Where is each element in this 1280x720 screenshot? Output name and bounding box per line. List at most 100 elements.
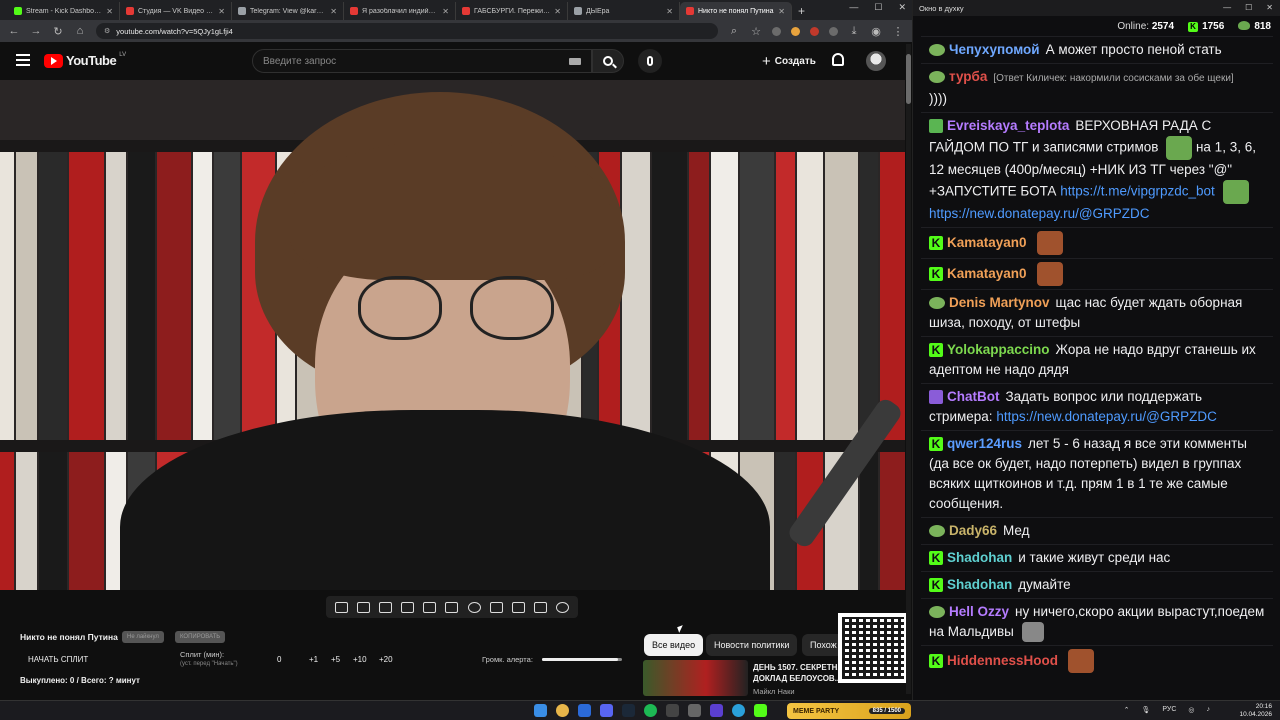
tab-close-icon[interactable]: ✕: [442, 7, 449, 16]
site-info-icon[interactable]: ⚙: [104, 27, 110, 35]
copy-pill[interactable]: КОПИРОВАТЬ: [175, 631, 226, 643]
search-button[interactable]: [592, 49, 624, 73]
profile-icon[interactable]: ◉: [870, 25, 882, 38]
recommended-video-thumbnail[interactable]: [643, 660, 748, 696]
tab-close-icon[interactable]: ✕: [218, 7, 225, 16]
browser-tab[interactable]: Я разоблачил индийское ... ✕: [344, 2, 456, 20]
menu-icon[interactable]: [16, 54, 30, 66]
chat-username[interactable]: Kamatayan0: [947, 235, 1027, 250]
avatar[interactable]: [866, 51, 886, 71]
tab-close-icon[interactable]: ✕: [554, 7, 561, 16]
tray-chevron-icon[interactable]: ⌃: [1124, 706, 1130, 714]
scroll-thumb[interactable]: [906, 54, 911, 104]
app-icon[interactable]: [578, 704, 591, 717]
app-icon[interactable]: [688, 704, 701, 717]
back-icon[interactable]: ←: [8, 25, 20, 37]
tab-close-icon[interactable]: ✕: [106, 7, 113, 16]
browser-tab[interactable]: Telegram: View @karga4 ✕: [232, 2, 344, 20]
clip-icon[interactable]: [401, 601, 415, 613]
maximize-button[interactable]: ☐: [1245, 3, 1252, 12]
close-window-button[interactable]: ✕: [898, 2, 906, 13]
split-value-button[interactable]: +1: [309, 655, 318, 664]
url-field[interactable]: ⚙ youtube.com/watch?v=5QJy1gLfji4: [96, 23, 718, 39]
keyboard-icon[interactable]: [569, 58, 581, 65]
app-icon[interactable]: [710, 704, 723, 717]
browser-tab[interactable]: Студия — VK Видео Live ✕: [120, 2, 232, 20]
home-icon[interactable]: ⌂: [74, 25, 86, 37]
loop-icon[interactable]: [334, 601, 348, 613]
extension-icon[interactable]: [791, 26, 800, 36]
video-player[interactable]: [0, 80, 905, 590]
discord-icon[interactable]: [600, 704, 613, 717]
autoplay-icon[interactable]: [378, 601, 392, 613]
language-indicator[interactable]: РУС: [1162, 706, 1176, 714]
split-value-button[interactable]: 0: [277, 655, 281, 664]
chat-username[interactable]: HiddennessHood: [947, 653, 1058, 668]
bookmark-star-icon[interactable]: ☆: [750, 25, 762, 38]
broadcast-icon[interactable]: [356, 601, 370, 613]
clock[interactable]: 20:16 10.04.2026: [1239, 703, 1272, 719]
minimize-button[interactable]: —: [1223, 3, 1231, 12]
split-value-button[interactable]: +20: [379, 655, 393, 664]
notifications-bell-icon[interactable]: [832, 53, 844, 66]
forward-icon[interactable]: →: [30, 25, 42, 37]
chat-username[interactable]: Чепухупомой: [949, 42, 1040, 57]
chat-username[interactable]: Dady66: [949, 523, 997, 538]
recommended-video-title[interactable]: ДЕНЬ 1507. СЕКРЕТН... ДОКЛАД БЕЛОУСОВ...: [753, 662, 843, 684]
microphone-tray-icon[interactable]: 🎙: [1141, 706, 1150, 714]
chat-username[interactable]: qwer124rus: [947, 436, 1022, 451]
windows-start-icon[interactable]: [534, 704, 547, 717]
speed-icon[interactable]: [467, 601, 481, 613]
alert-volume-slider[interactable]: [542, 658, 622, 661]
extension-icon[interactable]: [772, 26, 781, 36]
spotify-icon[interactable]: [644, 704, 657, 717]
close-window-button[interactable]: ✕: [1266, 3, 1273, 12]
chat-link[interactable]: https://t.me/vipgrpzdc_bot: [1060, 184, 1215, 199]
browser-tab[interactable]: Stream - Kick Dashboard ✕: [8, 2, 120, 20]
chip-politics-news[interactable]: Новости политики: [706, 634, 798, 656]
youtube-logo[interactable]: YouTube LV: [44, 52, 126, 68]
extension-icon[interactable]: [810, 26, 819, 36]
maximize-button[interactable]: ☐: [874, 2, 882, 13]
chrome-icon[interactable]: [556, 704, 569, 717]
kick-app-icon[interactable]: [754, 704, 767, 717]
chat-username[interactable]: Evreiskaya_teplota: [947, 118, 1069, 133]
telegram-icon[interactable]: [732, 704, 745, 717]
chat-username[interactable]: Shadohan: [947, 577, 1012, 592]
chat-username[interactable]: Yolokappaccino: [947, 342, 1050, 357]
new-tab-button[interactable]: +: [792, 2, 811, 20]
chat-username[interactable]: Hell Ozzy: [949, 604, 1009, 619]
menu-dots-icon[interactable]: ⋮: [892, 25, 904, 38]
chat-username[interactable]: Kamatayan0: [947, 266, 1027, 281]
chat-username[interactable]: ChatBot: [947, 389, 1000, 404]
chat-link[interactable]: https://new.donatepay.ru/@GRPZDC: [929, 206, 1150, 221]
steam-icon[interactable]: [622, 704, 635, 717]
recommended-video-channel[interactable]: Майкл Наки: [753, 687, 795, 696]
minimize-button[interactable]: —: [849, 2, 858, 13]
meme-party-widget[interactable]: MEME PARTY 835 / 1500: [787, 703, 911, 719]
tab-close-icon[interactable]: ✕: [330, 7, 337, 16]
miniplayer-icon[interactable]: [423, 601, 437, 613]
tab-close-icon[interactable]: ✕: [778, 7, 785, 16]
flask-icon[interactable]: [534, 601, 548, 613]
browser-tab[interactable]: Никто не понял Путина ✕: [680, 2, 792, 20]
chat-username[interactable]: Denis Martynov: [949, 295, 1050, 310]
reload-icon[interactable]: ↻: [52, 25, 64, 38]
start-split-button[interactable]: НАЧАТЬ СПЛИТ: [28, 655, 88, 664]
split-value-button[interactable]: +5: [331, 655, 340, 664]
settings-gear-icon[interactable]: [556, 601, 570, 613]
like-status-pill[interactable]: Не лайкнул: [122, 631, 164, 643]
download-icon[interactable]: ⤓: [848, 25, 860, 38]
browser-tab[interactable]: ДЫЕра ✕: [568, 2, 680, 20]
create-button[interactable]: + Создать: [756, 51, 822, 71]
zoom-icon[interactable]: ⌕: [728, 25, 740, 38]
page-scrollbar[interactable]: [906, 44, 911, 694]
chat-username[interactable]: Shadohan: [947, 550, 1012, 565]
chat-link[interactable]: https://new.donatepay.ru/@GRPZDC: [996, 409, 1217, 424]
chat-username[interactable]: турба: [949, 69, 987, 84]
chip-all-videos[interactable]: Все видео: [644, 634, 704, 656]
tab-close-icon[interactable]: ✕: [666, 7, 673, 16]
screenshot-frame-icon[interactable]: [489, 601, 503, 613]
browser-tab[interactable]: ГАБСБУРГИ. Пережить инце... ✕: [456, 2, 568, 20]
split-value-button[interactable]: +10: [353, 655, 367, 664]
